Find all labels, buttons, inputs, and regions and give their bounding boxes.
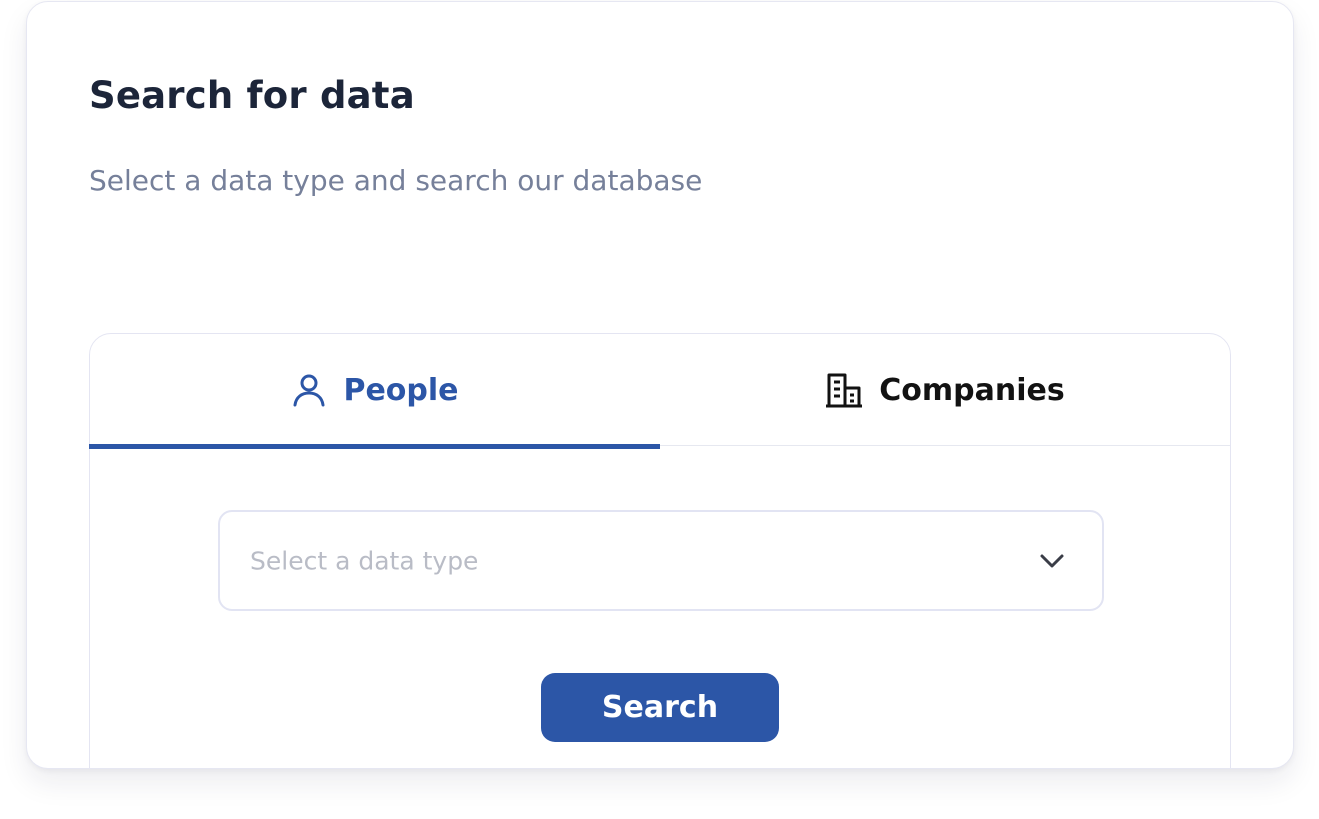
search-card: Search for data Select a data type and s… [26, 1, 1294, 769]
tab-people-label: People [343, 372, 459, 408]
search-panel: People Companies Select a data type Sear… [89, 333, 1231, 768]
data-type-tabs: People Companies [89, 334, 1230, 449]
person-icon [291, 372, 327, 408]
page-title: Search for data [89, 74, 415, 117]
search-button[interactable]: Search [541, 673, 779, 742]
chevron-down-icon [1038, 552, 1066, 570]
tab-people[interactable]: People [89, 334, 660, 449]
data-type-select-placeholder: Select a data type [250, 546, 479, 575]
page-subtitle: Select a data type and search our databa… [89, 164, 703, 197]
tab-companies[interactable]: Companies [660, 334, 1230, 446]
tab-companies-label: Companies [879, 372, 1065, 408]
building-icon [825, 372, 863, 408]
data-type-select[interactable]: Select a data type [218, 510, 1104, 611]
